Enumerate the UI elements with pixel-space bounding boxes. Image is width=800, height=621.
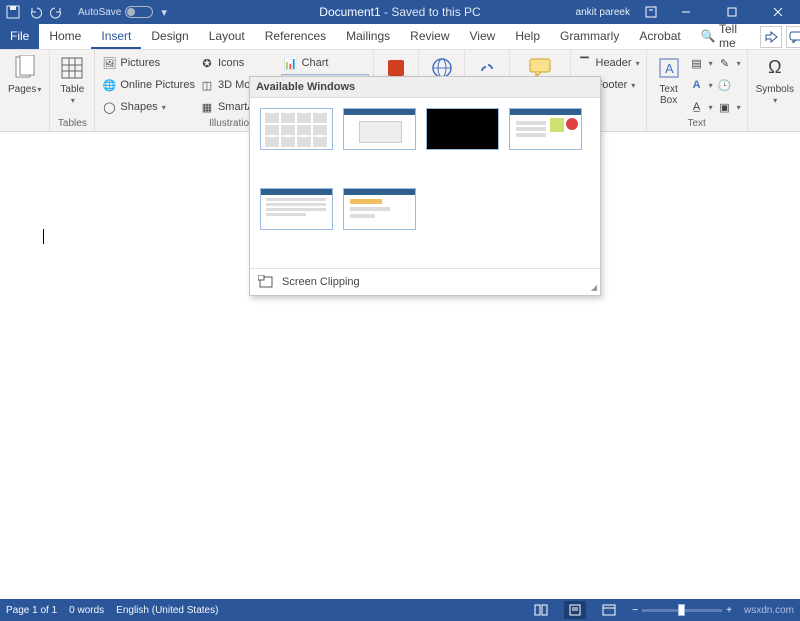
ribbon-tabs: File Home Insert Design Layout Reference… xyxy=(0,24,800,50)
zoom-slider[interactable]: − + xyxy=(632,605,732,616)
pictures-button[interactable]: 🖼Pictures xyxy=(99,52,197,74)
zoom-out-button[interactable]: − xyxy=(632,605,638,616)
wordart-icon: A xyxy=(689,77,705,93)
window-thumbnail[interactable] xyxy=(343,188,416,230)
chart-icon: 📊 xyxy=(283,55,299,71)
online-pictures-button[interactable]: 🌐Online Pictures xyxy=(99,74,197,96)
object-button[interactable]: ▣▾ xyxy=(715,96,743,118)
tab-mailings[interactable]: Mailings xyxy=(336,24,400,49)
tab-references[interactable]: References xyxy=(255,24,336,49)
window-thumbnail[interactable] xyxy=(260,188,333,230)
date-time-icon: 🕒 xyxy=(717,77,733,93)
chart-button[interactable]: 📊Chart xyxy=(281,52,370,74)
share-button[interactable] xyxy=(760,26,781,48)
comments-pane-button[interactable] xyxy=(786,26,800,48)
smartart-icon: ▦ xyxy=(199,99,215,115)
tab-review[interactable]: Review xyxy=(400,24,459,49)
tab-home[interactable]: Home xyxy=(39,24,91,49)
minimize-button[interactable] xyxy=(668,0,704,24)
text-box-icon: A xyxy=(655,54,683,82)
text-group-label: Text xyxy=(651,118,743,131)
tab-file[interactable]: File xyxy=(0,24,39,49)
date-time-button[interactable]: 🕒 xyxy=(715,74,743,96)
zoom-in-button[interactable]: + xyxy=(726,605,732,616)
icons-icon: ✪ xyxy=(199,55,215,71)
text-box-button[interactable]: A Text Box xyxy=(651,52,687,118)
available-windows-grid xyxy=(250,98,600,268)
pictures-icon: 🖼 xyxy=(101,55,117,71)
quick-parts-icon: ▤ xyxy=(689,55,705,71)
table-button[interactable]: Table▾ xyxy=(54,52,90,118)
pages-button[interactable]: Pages▾ xyxy=(4,52,45,118)
online-pictures-icon: 🌐 xyxy=(101,77,117,93)
word-count[interactable]: 0 words xyxy=(69,605,104,616)
3d-models-icon: ◫ xyxy=(199,77,215,93)
pages-icon xyxy=(11,54,39,82)
signature-line-button[interactable]: ✎▾ xyxy=(715,52,743,74)
search-icon: 🔍 xyxy=(701,29,716,43)
signature-icon: ✎ xyxy=(717,55,733,71)
window-thumbnail[interactable] xyxy=(343,108,416,150)
wordart-button[interactable]: A▾ xyxy=(687,74,715,96)
language-status[interactable]: English (United States) xyxy=(116,605,218,616)
group-text: A Text Box ▤▾ A▾ A̲▾ ✎▾ 🕒 ▣▾ Text xyxy=(647,50,748,131)
tab-design[interactable]: Design xyxy=(141,24,198,49)
close-button[interactable] xyxy=(760,0,796,24)
quick-parts-button[interactable]: ▤▾ xyxy=(687,52,715,74)
qat-customize-icon[interactable]: ▾ xyxy=(161,6,167,19)
shapes-button[interactable]: ◯Shapes▾ xyxy=(99,96,197,118)
signed-in-user[interactable]: ankit pareek xyxy=(576,7,630,18)
screenshot-dropdown: Available Windows Screen Clipping ◢ xyxy=(249,76,601,296)
zoom-level[interactable]: wsxdn.com xyxy=(744,605,794,616)
drop-cap-icon: A̲ xyxy=(689,99,705,115)
shapes-icon: ◯ xyxy=(101,99,117,115)
header-icon: ▔ xyxy=(577,55,593,71)
text-cursor xyxy=(43,229,44,244)
autosave-label: AutoSave xyxy=(78,7,121,18)
page-count[interactable]: Page 1 of 1 xyxy=(6,605,57,616)
title-bar: AutoSave ▾ Document1 - Saved to this PC … xyxy=(0,0,800,24)
tab-insert[interactable]: Insert xyxy=(91,24,141,49)
read-mode-button[interactable] xyxy=(530,601,552,619)
ribbon-options-icon[interactable] xyxy=(644,5,658,19)
window-thumbnail[interactable] xyxy=(426,108,499,150)
tell-me-search[interactable]: 🔍 Tell me xyxy=(691,22,757,52)
tab-acrobat[interactable]: Acrobat xyxy=(629,24,690,49)
group-symbols: ΩSymbols▾ xyxy=(748,50,800,131)
web-layout-button[interactable] xyxy=(598,601,620,619)
redo-icon[interactable] xyxy=(50,5,64,19)
document-title: Document1 - Saved to this PC xyxy=(319,5,480,19)
resize-grip-icon[interactable]: ◢ xyxy=(591,283,597,292)
print-layout-button[interactable] xyxy=(564,601,586,619)
tables-group-label: Tables xyxy=(54,118,90,131)
tab-layout[interactable]: Layout xyxy=(199,24,255,49)
screen-clipping-item[interactable]: Screen Clipping xyxy=(250,268,600,295)
window-thumbnail[interactable] xyxy=(509,108,582,150)
tab-grammarly[interactable]: Grammarly xyxy=(550,24,629,49)
save-icon[interactable] xyxy=(6,5,20,19)
header-button[interactable]: ▔Header▾ xyxy=(575,52,642,74)
symbols-button[interactable]: ΩSymbols▾ xyxy=(752,52,798,118)
drop-cap-button[interactable]: A̲▾ xyxy=(687,96,715,118)
svg-text:A: A xyxy=(665,61,674,76)
maximize-button[interactable] xyxy=(714,0,750,24)
undo-icon[interactable] xyxy=(28,5,42,19)
status-bar: Page 1 of 1 0 words English (United Stat… xyxy=(0,599,800,621)
table-icon xyxy=(58,54,86,82)
tab-help[interactable]: Help xyxy=(505,24,550,49)
icons-button[interactable]: ✪Icons xyxy=(197,52,281,74)
window-thumbnail[interactable] xyxy=(260,108,333,150)
group-tables: Table▾ Tables xyxy=(50,50,95,131)
dropdown-title: Available Windows xyxy=(250,77,600,98)
autosave-toggle[interactable]: AutoSave xyxy=(78,6,153,18)
object-icon: ▣ xyxy=(717,99,733,115)
screen-clipping-icon xyxy=(258,275,274,289)
symbols-icon: Ω xyxy=(761,54,789,82)
group-pages: Pages▾ xyxy=(0,50,50,131)
quick-access-toolbar: AutoSave ▾ xyxy=(0,5,167,19)
ribbon: Pages▾ Table▾ Tables 🖼Pictures 🌐Online P… xyxy=(0,50,800,132)
tab-view[interactable]: View xyxy=(460,24,506,49)
